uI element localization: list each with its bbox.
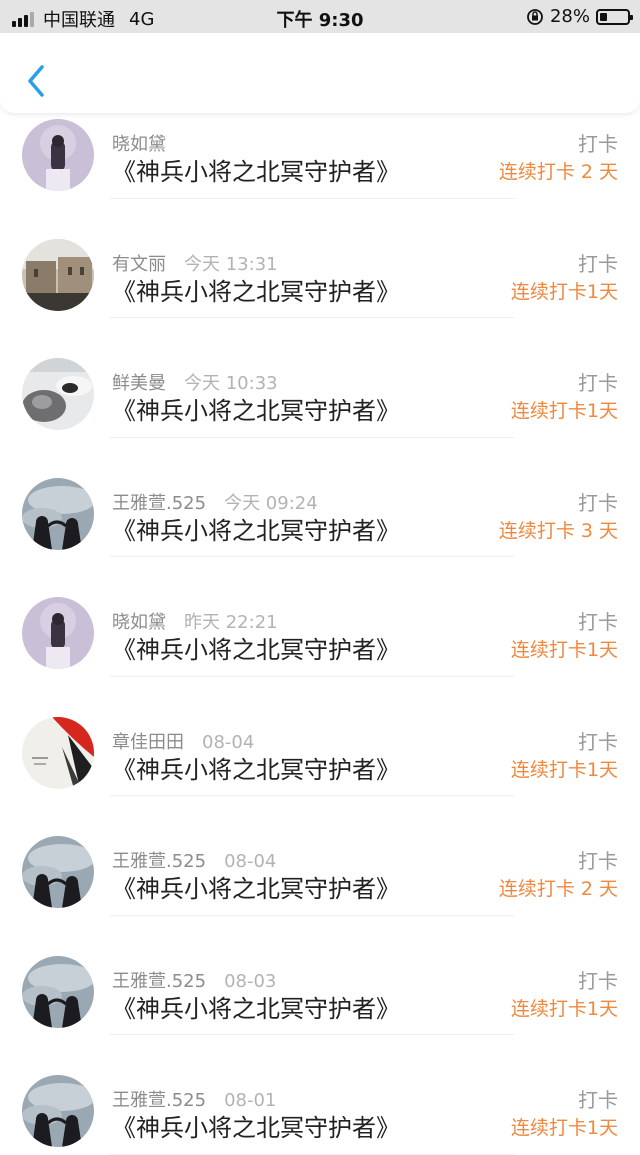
user-avatar[interactable] (22, 1075, 94, 1147)
streak-label: 连续打卡1天 (510, 997, 618, 1020)
book-title[interactable]: 《神兵小将之北冥守护者》 (112, 272, 400, 307)
chevron-left-icon[interactable] (22, 63, 52, 99)
status-bar: 中国联通 4G 下午 9:30 28% (0, 0, 640, 33)
checkin-label: 打卡 (578, 610, 618, 634)
battery-percent: 28% (549, 6, 590, 27)
user-avatar[interactable] (22, 716, 94, 789)
book-title[interactable]: 《神兵小将之北冥守护者》 (112, 750, 400, 785)
checkin-row[interactable]: 王雅萱.525 08-01 《神兵小将之北冥守护者》 打卡 连续打卡1天 (0, 1035, 640, 1155)
user-avatar[interactable] (22, 836, 94, 908)
user-avatar[interactable] (22, 119, 94, 191)
streak-label: 连续打卡1天 (510, 280, 618, 303)
book-title[interactable]: 《神兵小将之北冥守护者》 (112, 152, 400, 187)
book-title[interactable]: 《神兵小将之北冥守护者》 (112, 511, 400, 546)
streak-label: 连续打卡1天 (510, 639, 618, 661)
checkin-label: 打卡 (578, 371, 618, 395)
checkin-label: 打卡 (578, 132, 618, 156)
streak-label: 连续打卡 2 天 (498, 161, 618, 183)
nav-bar (0, 33, 640, 113)
checkin-label: 打卡 (578, 729, 618, 754)
checkin-label: 打卡 (578, 968, 618, 993)
streak-label: 连续打卡1天 (510, 400, 618, 422)
checkin-label: 打卡 (578, 490, 618, 515)
book-title[interactable]: 《神兵小将之北冥守护者》 (112, 391, 400, 426)
checkin-label: 打卡 (578, 1088, 618, 1112)
checkin-row[interactable]: 晓如黛 昨天 22:21 《神兵小将之北冥守护者》 打卡 连续打卡1天 (0, 557, 640, 677)
orientation-lock-icon (527, 8, 543, 25)
book-title[interactable]: 《神兵小将之北冥守护者》 (112, 630, 400, 665)
row-divider (110, 1153, 515, 1155)
user-avatar[interactable] (22, 358, 94, 430)
user-avatar[interactable] (22, 238, 94, 311)
battery-fill (600, 12, 608, 21)
checkin-row[interactable]: 王雅萱.525 08-03 《神兵小将之北冥守护者》 打卡 连续打卡1天 (0, 916, 640, 1035)
user-avatar[interactable] (22, 477, 94, 550)
checkin-label: 打卡 (578, 849, 618, 873)
status-right: 28% (526, 6, 633, 27)
checkin-label: 打卡 (578, 251, 618, 276)
checkin-row[interactable]: 王雅萱.525 今天 09:24 《神兵小将之北冥守护者》 打卡 连续打卡 3 天 (0, 438, 640, 557)
checkin-row[interactable]: 有文丽 今天 13:31 《神兵小将之北冥守护者》 打卡 连续打卡1天 (0, 199, 640, 318)
streak-label: 连续打卡 2 天 (498, 878, 618, 900)
book-title[interactable]: 《神兵小将之北冥守护者》 (112, 989, 400, 1024)
streak-label: 连续打卡1天 (510, 758, 618, 781)
checkin-row[interactable]: 王雅萱.525 08-04 《神兵小将之北冥守护者》 打卡 连续打卡 2 天 (0, 796, 640, 916)
checkin-row[interactable]: 章佳田田 08-04 《神兵小将之北冥守护者》 打卡 连续打卡1天 (0, 677, 640, 796)
streak-label: 连续打卡 3 天 (498, 519, 618, 542)
book-title[interactable]: 《神兵小将之北冥守护者》 (112, 869, 400, 904)
user-avatar[interactable] (22, 955, 94, 1028)
book-title[interactable]: 《神兵小将之北冥守护者》 (112, 1108, 400, 1143)
user-avatar[interactable] (22, 597, 94, 669)
checkin-row[interactable]: 鲜美曼 今天 10:33 《神兵小将之北冥守护者》 打卡 连续打卡1天 (0, 318, 640, 438)
streak-label: 连续打卡1天 (510, 1117, 618, 1139)
checkin-list: 晓如黛 《神兵小将之北冥守护者》 打卡 连续打卡 2 天有文丽 今天 13:31 《神兵小… (0, 79, 640, 1155)
battery-icon (596, 8, 633, 25)
